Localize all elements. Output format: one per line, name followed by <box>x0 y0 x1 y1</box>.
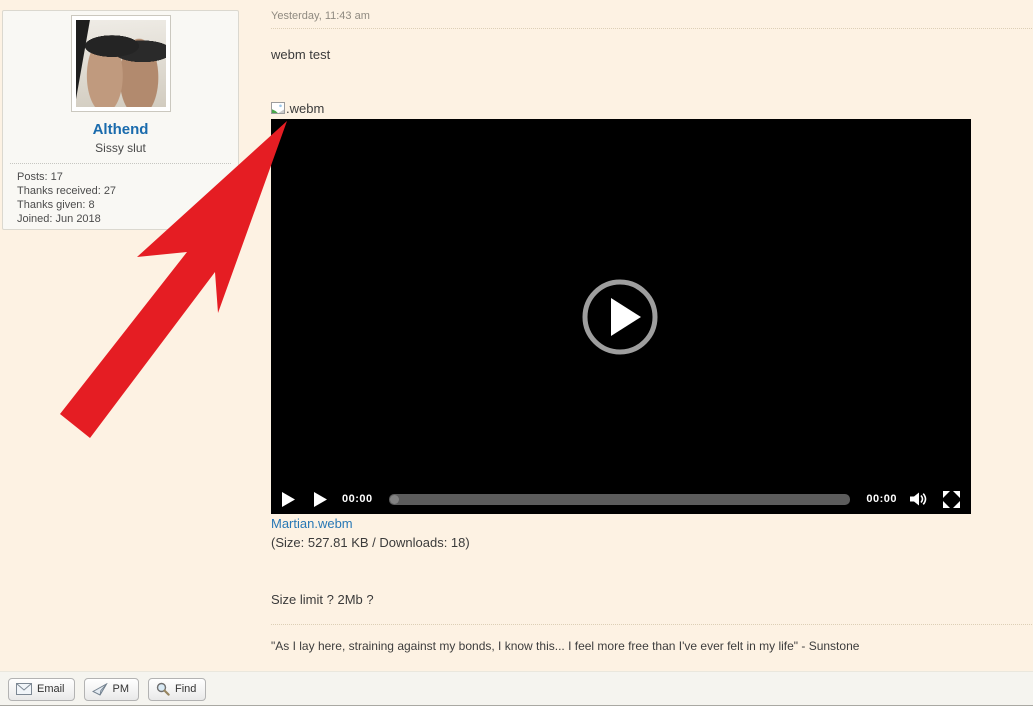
user-title: Sissy slut <box>95 141 146 155</box>
email-button[interactable]: Email <box>8 678 75 701</box>
post-body-text: webm test <box>271 47 331 62</box>
fullscreen-icon[interactable] <box>943 490 960 508</box>
footer-buttons: Email PM Find <box>0 672 1033 701</box>
page-bottom-border <box>0 705 1033 706</box>
panel-divider <box>10 163 231 164</box>
avatar-image <box>75 20 166 107</box>
play-icon[interactable] <box>282 491 295 507</box>
email-icon <box>16 683 32 695</box>
signature-divider <box>271 624 1032 625</box>
post-footer-toolbar: Email PM Find <box>0 671 1033 705</box>
stat-posts: Posts: 17 <box>17 171 63 183</box>
forum-post-page: Althend Sissy slut Posts: 17 Thanks rece… <box>0 0 1033 706</box>
post-question-text: Size limit ? 2Mb ? <box>271 592 374 607</box>
seek-bar[interactable] <box>388 493 851 505</box>
search-icon <box>156 682 170 696</box>
find-button-label: Find <box>175 683 197 695</box>
volume-icon[interactable] <box>910 492 930 506</box>
play-icon-secondary[interactable] <box>314 491 327 507</box>
post-timestamp: Yesterday, 11:43 am <box>271 10 370 22</box>
video-player[interactable]: 00:00 00:00 <box>271 119 971 514</box>
user-info-panel: Althend Sissy slut Posts: 17 Thanks rece… <box>2 10 239 230</box>
paper-plane-icon <box>91 682 108 696</box>
attachment-filename-link[interactable]: Martian.webm <box>271 516 353 531</box>
duration-time: 00:00 <box>866 493 897 505</box>
seek-thumb[interactable] <box>389 494 399 504</box>
stat-joined: Joined: Jun 2018 <box>17 213 101 225</box>
email-button-label: Email <box>37 683 65 695</box>
signature-text: "As I lay here, straining against my bon… <box>271 639 860 653</box>
user-avatar[interactable] <box>70 15 171 112</box>
current-time: 00:00 <box>342 493 373 505</box>
find-button[interactable]: Find <box>148 678 207 701</box>
broken-image-icon <box>271 102 285 115</box>
inline-attachment-label: .webm <box>286 101 325 116</box>
attachment-meta: (Size: 527.81 KB / Downloads: 18) <box>271 535 470 550</box>
username-link[interactable]: Althend <box>3 121 238 138</box>
pm-button[interactable]: PM <box>83 678 140 701</box>
video-controls-bar: 00:00 00:00 <box>271 484 971 514</box>
stat-thanks-received: Thanks received: 27 <box>17 185 117 197</box>
post-header-divider <box>271 28 1032 29</box>
pm-button-label: PM <box>112 683 130 695</box>
user-stats: Posts: 17 Thanks received: 27 Thanks giv… <box>3 170 238 226</box>
stat-thanks-given: Thanks given: 8 <box>17 199 95 211</box>
big-play-button[interactable] <box>580 277 660 357</box>
inline-attachment[interactable]: .webm <box>271 101 324 116</box>
